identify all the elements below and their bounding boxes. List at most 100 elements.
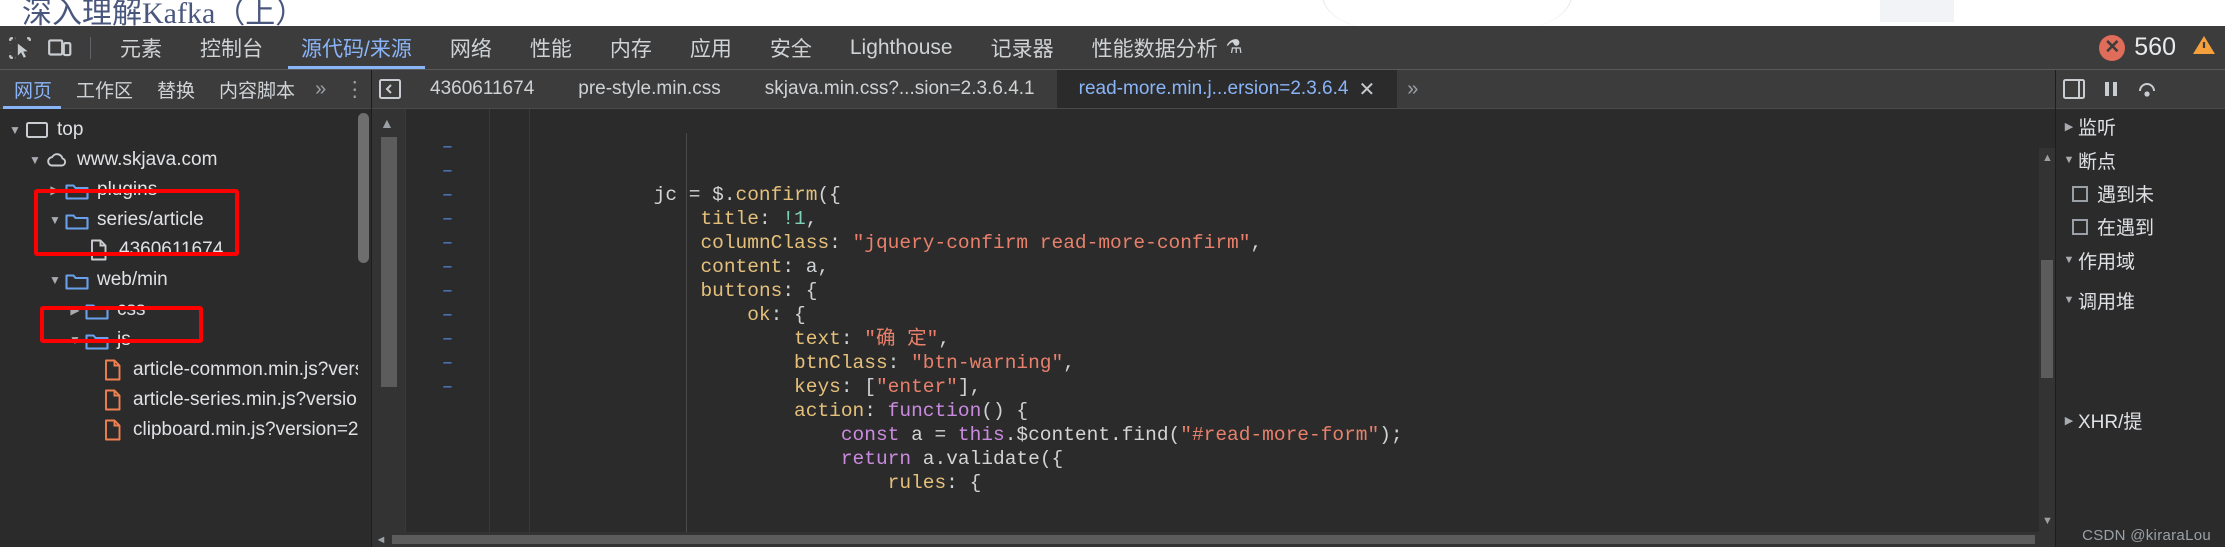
dock-panel-icon[interactable]	[2062, 78, 2086, 100]
editor-tab-skjava-css-label: skjava.min.css?...sion=2.3.6.4.1	[764, 78, 1035, 99]
editor-tabs-more-icon[interactable]: »	[1397, 78, 1428, 101]
folder-icon	[64, 181, 90, 200]
checkbox-pause-caught[interactable]: 在遇到	[2056, 210, 2225, 243]
tree-item-js[interactable]: ▼ js	[0, 325, 371, 355]
chevron-down-icon[interactable]: ▼	[6, 123, 24, 137]
tree-item-article-series[interactable]: article-series.min.js?version	[0, 385, 371, 415]
tree-item-4360611674[interactable]: 4360611674	[0, 235, 371, 265]
tab-performance-insights[interactable]: 性能数据分析 ⚗	[1073, 26, 1262, 69]
checkbox-pause-uncaught[interactable]: 遇到未	[2056, 177, 2225, 210]
tab-security[interactable]: 安全	[751, 26, 831, 69]
checkbox-pause-uncaught-label: 遇到未	[2097, 185, 2155, 206]
code-token: :	[887, 352, 912, 374]
code-content[interactable]: jc = $.confirm({ title: !1, columnClass:…	[560, 109, 2055, 547]
device-toolbar-icon[interactable]	[40, 28, 80, 68]
tab-recorder[interactable]: 记录器	[972, 26, 1073, 69]
issues-counter[interactable]: ✕ 560	[2099, 33, 2225, 62]
code-token: () {	[981, 400, 1029, 422]
warning-triangle-icon	[2191, 33, 2217, 62]
tree-item-series-article-label: series/article	[97, 209, 204, 230]
tab-performance[interactable]: 性能	[511, 26, 591, 69]
editor-vscroll-thumb[interactable]	[2041, 260, 2053, 378]
chevron-down-icon[interactable]: ▼	[26, 153, 44, 167]
code-token: function	[887, 400, 982, 422]
chevron-right-icon[interactable]: ▶	[2060, 120, 2078, 133]
code-token: confirm	[735, 184, 818, 206]
editor-tab-read-more[interactable]: read-more.min.j...ersion=2.3.6.4 ✕	[1056, 70, 1398, 108]
inspect-element-icon[interactable]	[0, 28, 40, 68]
subtab-page[interactable]: 网页	[0, 70, 64, 109]
tab-memory[interactable]: 内存	[591, 26, 671, 69]
more-options-icon[interactable]: ⋮	[334, 77, 375, 102]
sidebar-section-callstack[interactable]: ▼ 调用堆	[2056, 283, 2225, 317]
code-token: rules	[887, 472, 947, 494]
subtab-workspace[interactable]: 工作区	[64, 70, 145, 108]
screenshot-root: 深入理解Kafka（上） 元素 控制台 源代码/来源 网络 性能 内存 应用 安…	[0, 0, 2225, 547]
subtab-content-scripts[interactable]: 内容脚本	[207, 70, 307, 108]
checkbox-icon[interactable]	[2072, 218, 2088, 235]
pause-icon[interactable]	[2100, 78, 2122, 100]
code-line: rules: {	[560, 471, 2055, 495]
debugger-controls	[2056, 70, 2225, 109]
sidebar-section-watch[interactable]: ▶ 监听	[2056, 109, 2225, 143]
chevron-down-icon[interactable]: ▼	[46, 213, 64, 227]
chevron-down-icon[interactable]: ▼	[66, 333, 84, 347]
tree-item-css-label: css	[117, 299, 146, 320]
scroll-up-icon[interactable]: ▲	[380, 115, 394, 131]
chevron-right-icon[interactable]: ▶	[66, 303, 84, 317]
show-navigator-icon[interactable]	[372, 78, 408, 100]
tree-item-article-series-label: article-series.min.js?version	[133, 389, 368, 410]
tree-item-plugins[interactable]: ▶ plugins	[0, 175, 371, 205]
editor-vertical-scrollbar[interactable]: ▲ ▼	[2039, 148, 2055, 547]
tab-sources[interactable]: 源代码/来源	[282, 26, 431, 69]
editor-left-scrollbar[interactable]: ▲	[372, 109, 406, 547]
tab-console[interactable]: 控制台	[181, 26, 282, 69]
editor-tab-4360611674[interactable]: 4360611674	[408, 70, 556, 108]
gutter-mark: –	[441, 352, 454, 374]
scroll-left-icon[interactable]: ◄	[372, 534, 390, 546]
editor-tab-pre-style[interactable]: pre-style.min.css	[556, 70, 743, 108]
tab-lighthouse[interactable]: Lighthouse	[831, 26, 972, 69]
chevron-down-icon[interactable]: ▼	[46, 273, 64, 287]
tab-elements[interactable]: 元素	[101, 26, 181, 69]
tab-network[interactable]: 网络	[431, 26, 511, 69]
sidebar-section-xhr[interactable]: ▶ XHR/提	[2056, 403, 2225, 437]
sidebar-section-breakpoints[interactable]: ▼ 断点	[2056, 143, 2225, 177]
subtab-overrides[interactable]: 替换	[145, 70, 207, 108]
checkbox-pause-caught-label: 在遇到	[2097, 218, 2155, 239]
chevron-down-icon[interactable]: ▼	[2060, 254, 2078, 266]
close-icon[interactable]: ✕	[1358, 77, 1375, 102]
editor-horizontal-scrollbar[interactable]: ◄ ►	[372, 532, 2055, 547]
sidebar-section-scope[interactable]: ▼ 作用域	[2056, 243, 2225, 277]
tree-item-series-article[interactable]: ▼ series/article	[0, 205, 371, 235]
editor-left-scroll-thumb[interactable]	[381, 137, 397, 387]
tree-item-domain[interactable]: ▼ www.skjava.com	[0, 145, 371, 175]
code-line: content: a,	[560, 255, 2055, 279]
devtools-window: 元素 控制台 源代码/来源 网络 性能 内存 应用 安全 Lighthouse …	[0, 26, 2225, 547]
chevron-right-icon[interactable]: ▶	[2060, 414, 2078, 427]
tree-item-article-common[interactable]: article-common.min.js?vers	[0, 355, 371, 385]
chevron-down-icon[interactable]: ▼	[2060, 294, 2078, 306]
code-editor[interactable]: ▲ – – – – – – – – – – – jc = $.confirm({…	[372, 109, 2055, 547]
tree-item-css[interactable]: ▶ css	[0, 295, 371, 325]
code-token: : {	[782, 280, 818, 302]
tab-application[interactable]: 应用	[671, 26, 751, 69]
chevron-right-more-icon[interactable]: »	[307, 78, 334, 101]
tree-item-web-min[interactable]: ▼ web/min	[0, 265, 371, 295]
folder-icon	[64, 211, 90, 230]
chevron-right-icon[interactable]: ▶	[46, 183, 64, 197]
checkbox-icon[interactable]	[2072, 185, 2088, 202]
navigator-scrollbar-thumb[interactable]	[358, 113, 369, 263]
editor-hscroll-thumb[interactable]	[392, 535, 2035, 544]
scroll-up-icon[interactable]: ▲	[2042, 152, 2053, 164]
code-token: "enter"	[875, 376, 958, 398]
step-over-icon[interactable]	[2136, 78, 2158, 100]
subtab-page-label: 网页	[14, 80, 53, 102]
chevron-down-icon[interactable]: ▼	[2060, 154, 2078, 166]
scroll-down-icon[interactable]: ▼	[2042, 515, 2053, 527]
tree-item-clipboard[interactable]: clipboard.min.js?version=2	[0, 415, 371, 445]
code-token: "确 定"	[864, 328, 939, 350]
tree-item-top[interactable]: ▼ top	[0, 115, 371, 145]
editor-tab-skjava-css[interactable]: skjava.min.css?...sion=2.3.6.4.1	[743, 70, 1057, 108]
navigator-subtab-bar: 网页 工作区 替换 内容脚本 » ⋮	[0, 70, 371, 109]
